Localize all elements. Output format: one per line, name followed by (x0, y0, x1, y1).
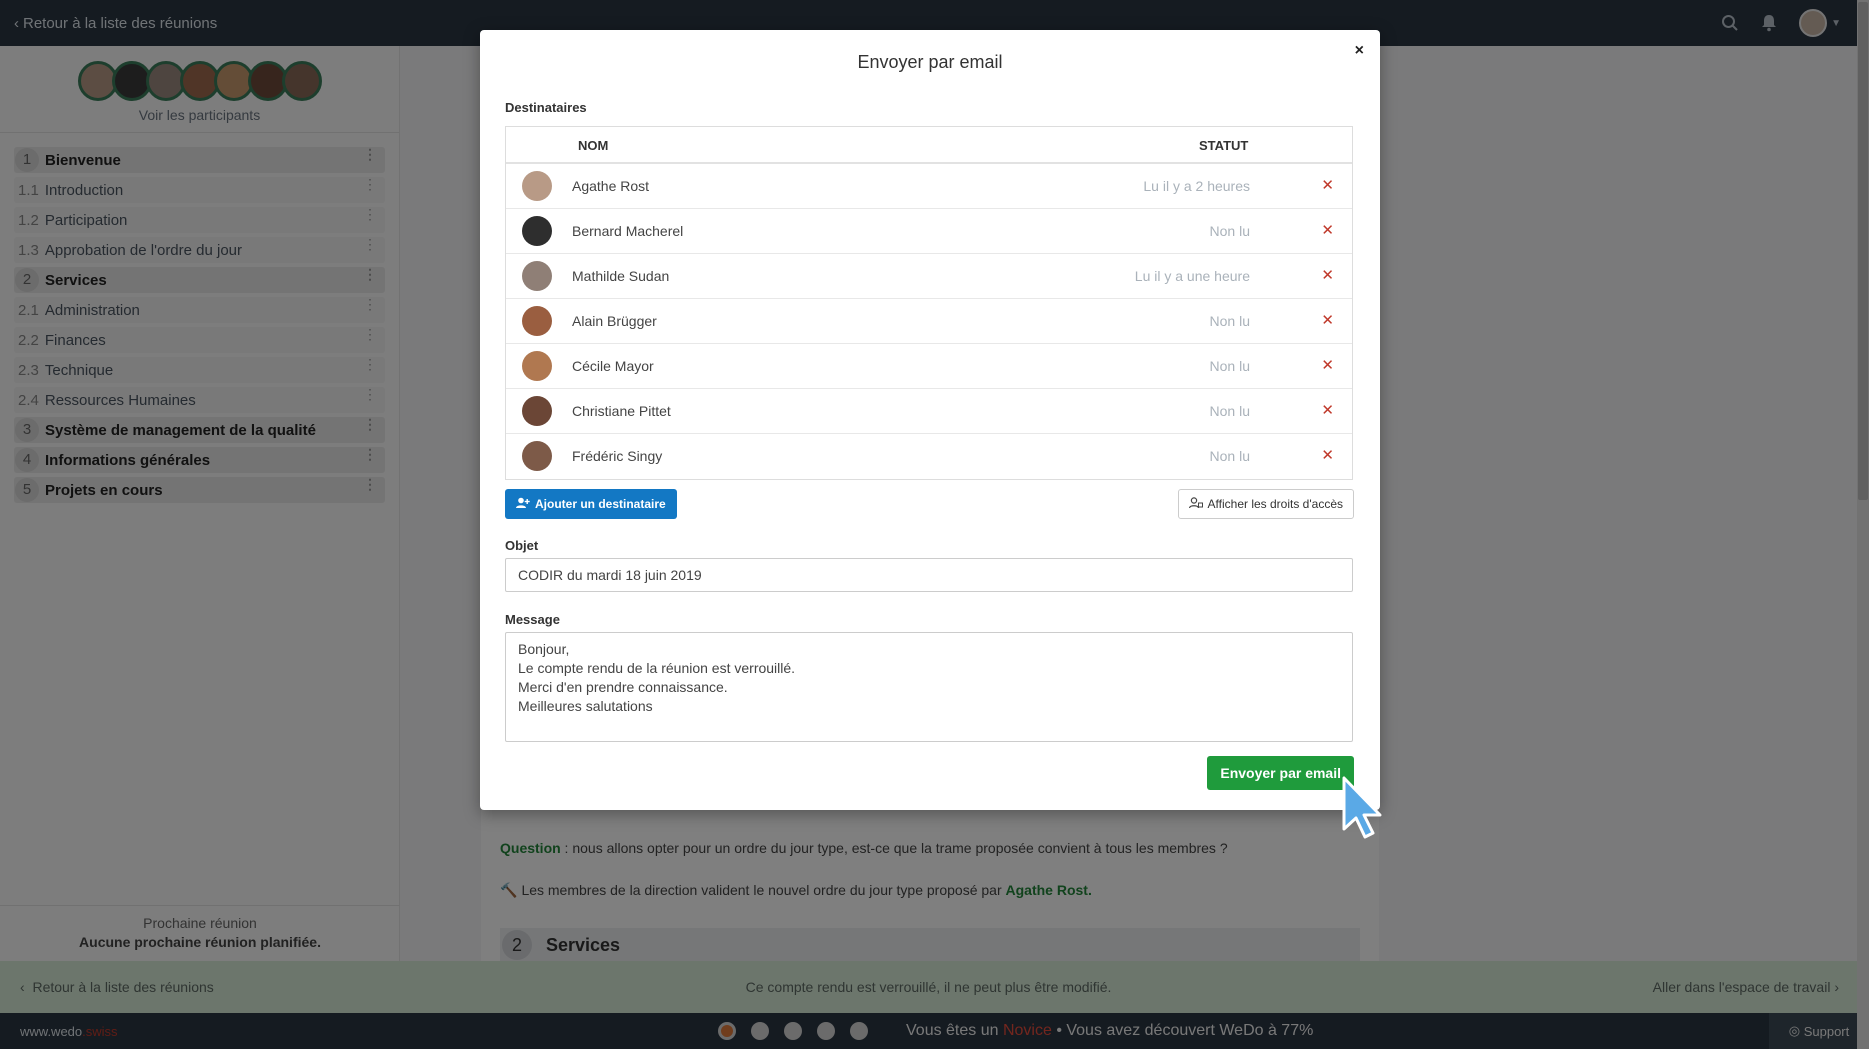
table-row: Bernard Macherel Non lu ✕ (506, 209, 1352, 254)
column-header-name: NOM (578, 138, 609, 153)
modal-title: Envoyer par email (857, 52, 1003, 72)
remove-icon[interactable]: ✕ (1321, 266, 1334, 284)
add-recipient-label: Ajouter un destinataire (535, 497, 666, 511)
message-textarea[interactable]: Bonjour, Le compte rendu de la réunion e… (505, 632, 1353, 742)
remove-icon[interactable]: ✕ (1321, 176, 1334, 194)
send-email-modal: Envoyer par email × Destinataires NOM ST… (480, 30, 1380, 810)
table-row: Cécile Mayor Non lu ✕ (506, 344, 1352, 389)
recipient-status: Non lu (1209, 223, 1250, 239)
avatar (522, 396, 552, 426)
recipient-name: Alain Brügger (572, 313, 657, 329)
add-user-icon (516, 497, 530, 512)
table-row: Alain Brügger Non lu ✕ (506, 299, 1352, 344)
recipient-name: Mathilde Sudan (572, 268, 670, 284)
recipient-status: Lu il y a une heure (1134, 268, 1250, 284)
send-email-button[interactable]: Envoyer par email (1207, 756, 1354, 790)
avatar (522, 261, 552, 291)
column-header-status: STATUT (1199, 138, 1249, 153)
show-access-rights-button[interactable]: Afficher les droits d'accès (1177, 489, 1354, 519)
recipient-name: Agathe Rost (572, 178, 650, 194)
mouse-cursor-icon (1340, 775, 1386, 844)
table-header: NOM STATUT (506, 127, 1352, 164)
avatar (522, 441, 552, 471)
remove-icon[interactable]: ✕ (1321, 446, 1334, 464)
close-icon[interactable]: × (1355, 42, 1364, 60)
recipient-name: Cécile Mayor (572, 358, 654, 374)
subject-label: Objet (505, 538, 539, 553)
recipient-status: Non lu (1209, 313, 1250, 329)
recipient-status: Non lu (1209, 448, 1250, 464)
table-row: Agathe Rost Lu il y a 2 heures ✕ (506, 164, 1352, 209)
remove-icon[interactable]: ✕ (1321, 401, 1334, 419)
user-lock-icon (1188, 496, 1203, 512)
table-row: Frédéric Singy Non lu ✕ (506, 434, 1352, 479)
avatar (522, 216, 552, 246)
recipient-status: Lu il y a 2 heures (1143, 178, 1250, 194)
subject-input[interactable] (505, 558, 1353, 592)
table-row: Mathilde Sudan Lu il y a une heure ✕ (506, 254, 1352, 299)
remove-icon[interactable]: ✕ (1321, 311, 1334, 329)
recipient-status: Non lu (1209, 403, 1250, 419)
recipients-table: NOM STATUT Agathe Rost Lu il y a 2 heure… (505, 126, 1353, 480)
avatar (522, 351, 552, 381)
table-row: Christiane Pittet Non lu ✕ (506, 389, 1352, 434)
recipient-name: Frédéric Singy (572, 448, 663, 464)
message-label: Message (505, 612, 560, 627)
avatar (522, 306, 552, 336)
recipient-status: Non lu (1209, 358, 1250, 374)
recipient-name: Christiane Pittet (572, 403, 671, 419)
avatar (522, 171, 552, 201)
add-recipient-button[interactable]: Ajouter un destinataire (505, 489, 677, 519)
remove-icon[interactable]: ✕ (1321, 356, 1334, 374)
recipient-name: Bernard Macherel (572, 223, 684, 239)
show-access-rights-label: Afficher les droits d'accès (1207, 497, 1343, 511)
recipients-label: Destinataires (505, 100, 587, 115)
remove-icon[interactable]: ✕ (1321, 221, 1334, 239)
